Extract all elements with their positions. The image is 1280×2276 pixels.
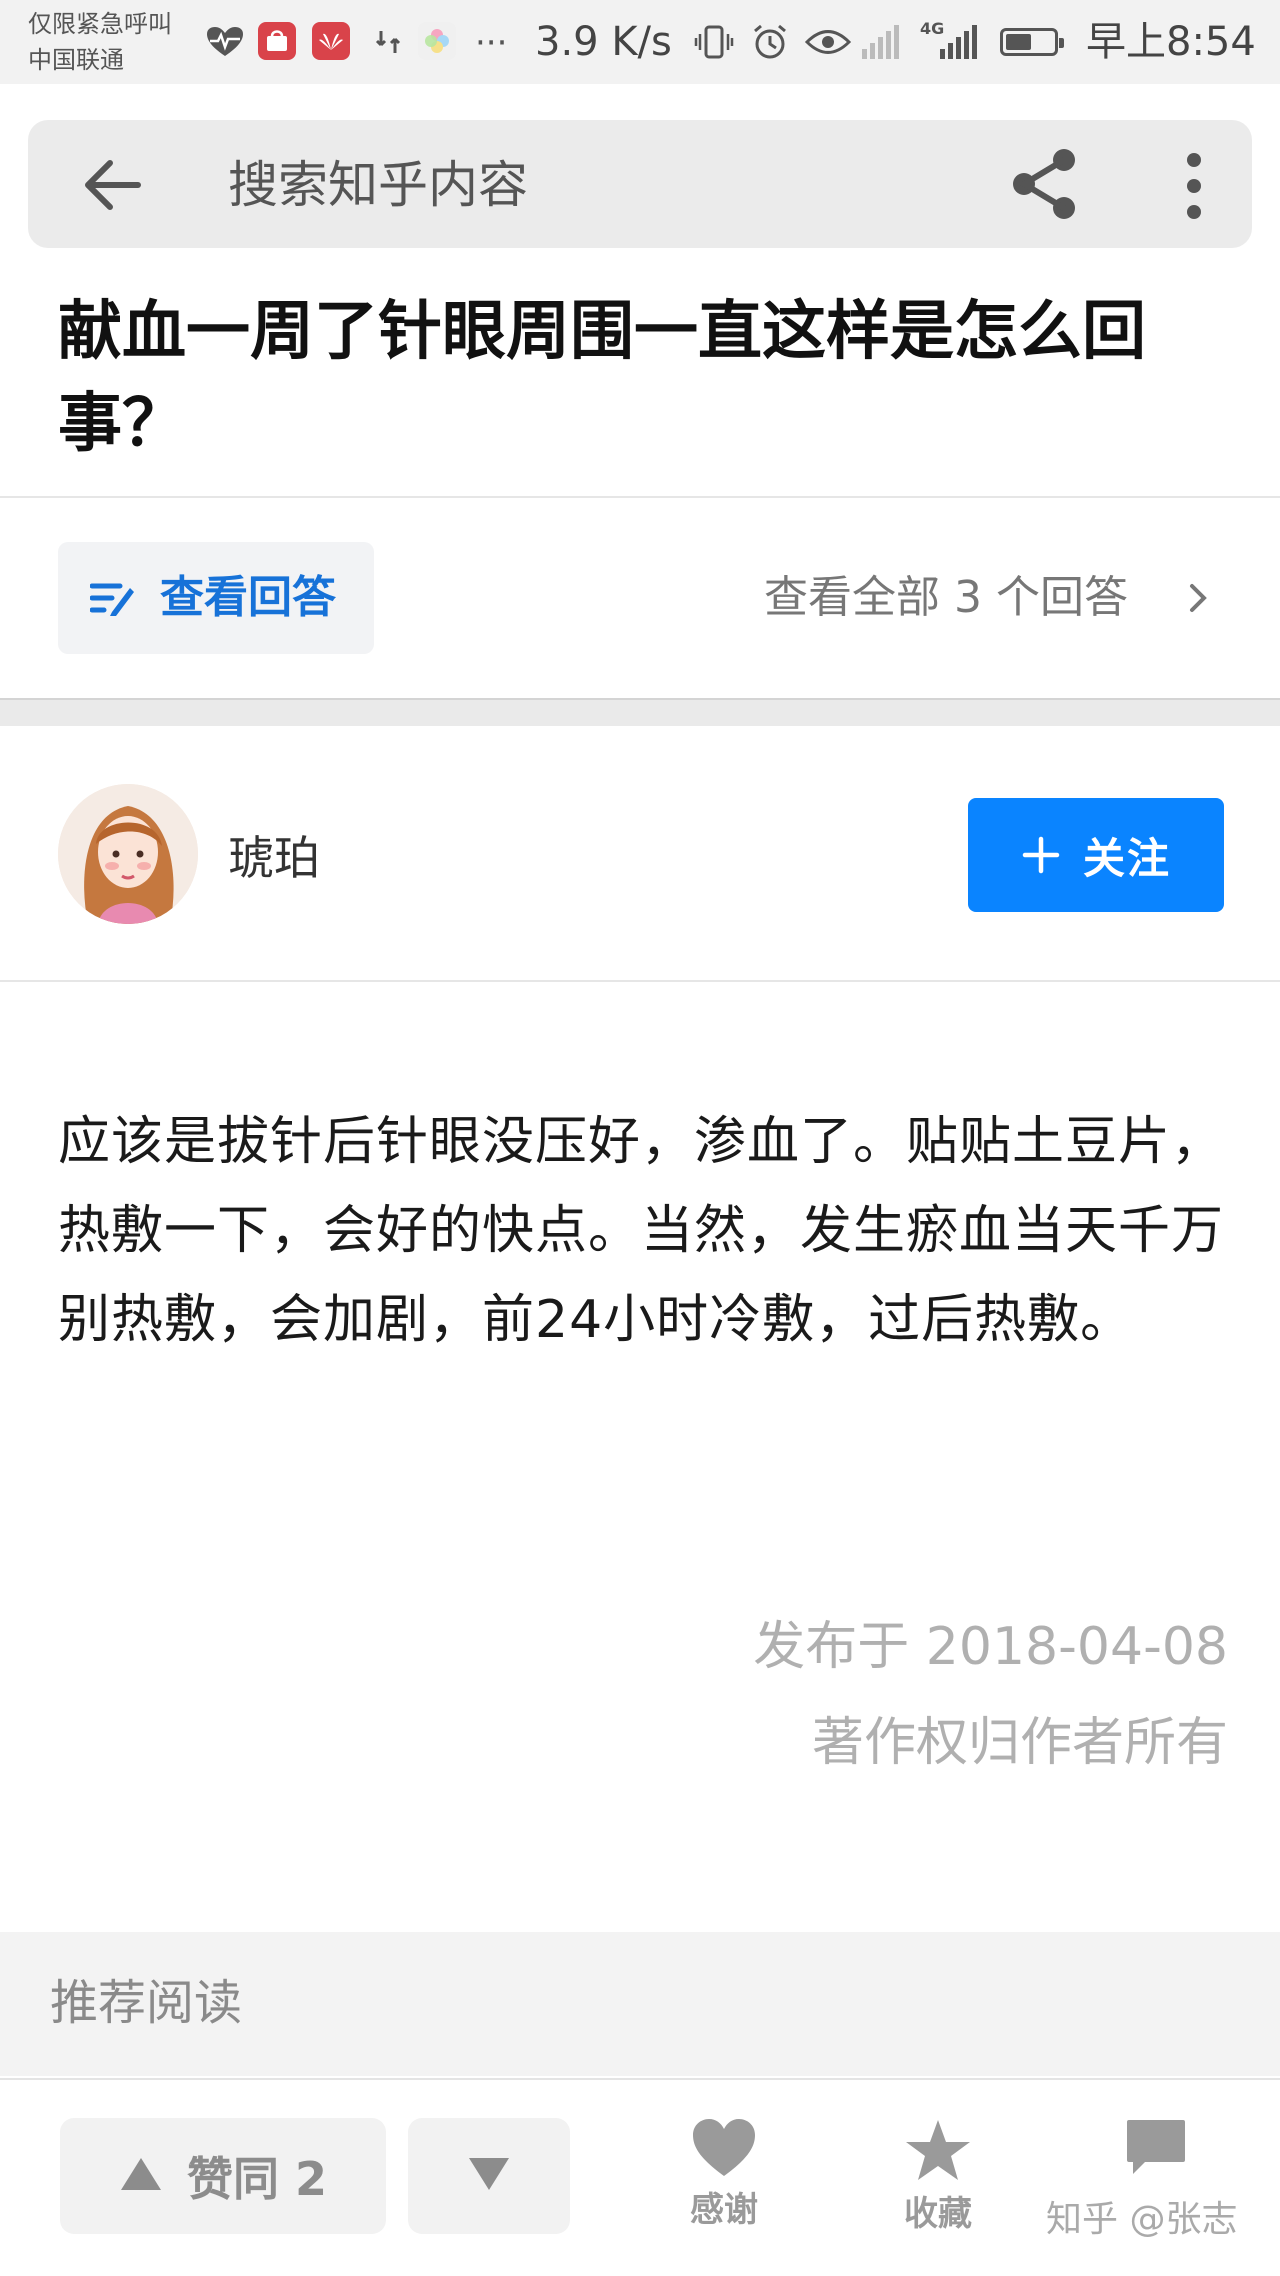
network-speed: 3.9 K/s <box>535 19 672 65</box>
back-arrow-icon[interactable] <box>78 150 148 220</box>
downvote-button[interactable] <box>408 2118 570 2234</box>
downvote-triangle-icon <box>467 2156 511 2196</box>
follow-label: 关注 <box>1082 833 1171 883</box>
view-all-answers-link[interactable]: 查看全部 3 个回答 <box>764 568 1128 628</box>
search-input[interactable]: 搜索知乎内容 <box>228 152 528 218</box>
thanks-label: 感谢 <box>690 2190 758 2230</box>
battery-level-fill <box>1006 34 1031 50</box>
question-title[interactable]: 献血一周了针眼周围一直这样是怎么回事？ <box>58 286 1228 470</box>
avatar[interactable] <box>58 784 198 924</box>
heart-icon <box>691 2118 757 2182</box>
carrier-line-1: 仅限紧急呼叫 <box>28 10 172 38</box>
battery-icon <box>1000 28 1064 56</box>
section-separator <box>0 698 1280 726</box>
comment-button[interactable] <box>1096 2118 1216 2182</box>
sync-icon <box>370 22 406 62</box>
vibrate-icon <box>692 22 736 62</box>
more-notifications-indicator: ··· <box>475 23 508 63</box>
heart-rate-icon <box>205 22 245 62</box>
share-icon[interactable] <box>1008 146 1080 222</box>
collect-label: 收藏 <box>904 2194 972 2234</box>
carrier-info: 仅限紧急呼叫 中国联通 <box>28 6 172 78</box>
copyright-notice: 著作权归作者所有 <box>811 1713 1228 1773</box>
gallery-app-icon <box>418 22 456 60</box>
answer-content: 应该是拔针后针眼没压好，渗血了。贴贴土豆片，热敷一下，会好的快点。当然，发生瘀血… <box>58 1112 1225 1350</box>
carrier-line-2: 中国联通 <box>28 46 124 74</box>
cell-signal-icon <box>940 25 977 59</box>
collect-button[interactable]: 收藏 <box>878 2118 998 2236</box>
upvote-label: 赞同 2 <box>186 2152 328 2206</box>
author-name[interactable]: 琥珀 <box>228 828 320 888</box>
star-icon <box>904 2118 972 2186</box>
comment-icon <box>1125 2118 1187 2182</box>
chevron-right-icon[interactable] <box>1186 580 1210 616</box>
view-answer-label[interactable]: 查看回答 <box>160 568 336 628</box>
wifi-signal-icon <box>862 25 899 59</box>
publish-date: 发布于 2018-04-08 <box>753 1617 1228 1677</box>
divider <box>0 980 1280 982</box>
eye-comfort-icon <box>804 22 852 62</box>
answer-list-icon <box>89 578 136 618</box>
alarm-icon <box>748 22 792 62</box>
watermark: 知乎 @张志 <box>1046 2199 1238 2240</box>
thanks-button[interactable]: 感谢 <box>664 2118 784 2232</box>
status-time: 早上8:54 <box>1086 19 1256 65</box>
huawei-app-icon <box>312 22 350 60</box>
huawei-store-icon <box>258 22 296 60</box>
more-options-icon[interactable] <box>1178 150 1210 222</box>
divider <box>0 496 1280 498</box>
follow-button[interactable]: 关注 <box>968 798 1224 912</box>
upvote-triangle-icon <box>119 2156 163 2196</box>
upvote-button[interactable]: 赞同 2 <box>60 2118 386 2234</box>
plus-icon <box>1021 825 1061 885</box>
recommended-reading-label[interactable]: 推荐阅读 <box>50 1970 242 2036</box>
